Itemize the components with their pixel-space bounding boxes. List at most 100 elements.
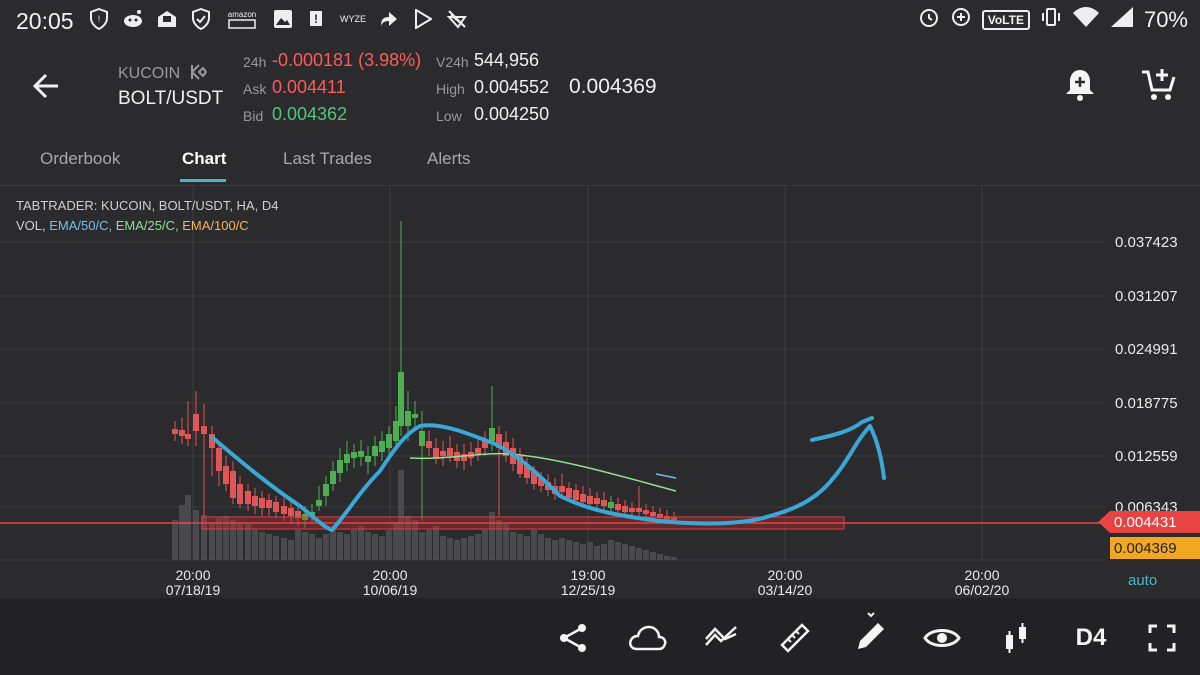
- date-tick-label: 12/25/19: [561, 582, 616, 598]
- volume-bar: [185, 495, 191, 560]
- wyze-icon: WYZE: [340, 14, 366, 24]
- volume-bar: [615, 542, 621, 560]
- candle-body: [259, 498, 265, 508]
- candle-body: [337, 460, 343, 473]
- candle-body: [433, 448, 439, 458]
- candle-body: [245, 491, 251, 504]
- add-to-portfolio-button[interactable]: [1140, 66, 1178, 104]
- volume-bar: [330, 530, 336, 560]
- candle-body: [281, 506, 287, 514]
- active-tab-indicator: [180, 179, 226, 182]
- volume-bar: [643, 550, 649, 560]
- high-label: High: [436, 81, 465, 97]
- candle-body: [273, 502, 279, 512]
- signal-icon: [1110, 6, 1134, 34]
- bid-value: 0.004362: [272, 104, 348, 124]
- candle-body: [172, 429, 178, 434]
- chart-source-line: TABTRADER: KUCOIN, BOLT/USDT, HA, D4: [16, 198, 279, 213]
- volume-bar: [281, 538, 287, 560]
- volume-bar: [433, 526, 439, 560]
- tab-chart[interactable]: Chart: [182, 149, 226, 169]
- ask-value: 0.004411: [272, 77, 346, 97]
- time-tick-label: 20:00: [964, 567, 999, 583]
- notify-icon: !: [306, 8, 328, 30]
- candle-body: [358, 451, 364, 457]
- price-tick-label: 0.031207: [1115, 288, 1178, 305]
- candle-body: [566, 488, 572, 498]
- tab-orderbook[interactable]: Orderbook: [40, 149, 120, 169]
- candle-body: [475, 448, 481, 454]
- low-label: Low: [436, 108, 462, 124]
- draw-button[interactable]: [849, 612, 889, 658]
- volume-bar: [538, 534, 544, 560]
- volume-bar: [454, 540, 460, 560]
- svg-text:!: !: [98, 14, 101, 24]
- volume-bars: [172, 470, 677, 560]
- alarm-icon: [918, 6, 940, 34]
- chart-canvas[interactable]: 0.037423 0.031207 0.024991 0.018775 0.012559…: [0, 186, 1200, 598]
- date-tick-label: 06/02/20: [955, 582, 1010, 598]
- volume-bar: [259, 532, 265, 560]
- price-tick-label: 0.024991: [1115, 341, 1178, 358]
- indicators-button[interactable]: [701, 618, 741, 658]
- time-tick-label: 19:00: [570, 567, 605, 583]
- volume-bar: [288, 540, 294, 560]
- chart-type-button[interactable]: [996, 618, 1036, 658]
- candle-body: [344, 454, 350, 463]
- indicator-vol: VOL,: [16, 218, 46, 233]
- battery-percent: 70%: [1143, 7, 1188, 32]
- mail-icon: [156, 8, 178, 30]
- candle-body: [440, 451, 446, 456]
- reddit-icon: [122, 8, 144, 30]
- pencil-icon: [858, 612, 884, 649]
- back-button[interactable]: [28, 68, 64, 104]
- price-chart[interactable]: 0.037423 0.031207 0.024991 0.018775 0.012559…: [0, 186, 1200, 598]
- volume-bar: [475, 534, 481, 560]
- volume-bar: [309, 534, 315, 560]
- volume-bar: [252, 530, 258, 560]
- candle-body: [629, 508, 635, 512]
- tab-last-trades[interactable]: Last Trades: [283, 149, 372, 169]
- volume-bar: [179, 505, 185, 560]
- candle-body: [573, 490, 579, 500]
- visibility-button[interactable]: [922, 618, 962, 658]
- candle-body: [266, 500, 272, 508]
- volume-bar: [664, 556, 670, 560]
- status-time: 20:05: [16, 8, 74, 34]
- tab-alerts[interactable]: Alerts: [427, 149, 470, 169]
- notification-icons: ! amazon ! WYZE: [88, 8, 468, 30]
- volume-bar: [559, 538, 565, 560]
- shield-icon: !: [88, 8, 110, 30]
- measure-button[interactable]: [775, 618, 815, 658]
- candle-body: [622, 506, 628, 512]
- volume-bar: [344, 534, 350, 560]
- cart-plus-icon: [1142, 69, 1176, 100]
- candle-body: [179, 430, 185, 436]
- volume-bar: [295, 530, 301, 560]
- candle-body: [412, 414, 418, 418]
- volume-bar: [622, 544, 628, 560]
- volume-bar: [657, 554, 663, 560]
- candle-body: [594, 498, 600, 504]
- date-tick-label: 03/14/20: [758, 582, 813, 598]
- candle-body: [330, 471, 336, 484]
- candle-body: [223, 466, 229, 484]
- fullscreen-button[interactable]: [1142, 618, 1182, 658]
- candle-body: [426, 441, 432, 448]
- volume-bar: [316, 538, 322, 560]
- interval-button[interactable]: D4: [1068, 618, 1114, 658]
- candle-body: [237, 484, 243, 504]
- add-alert-button[interactable]: [1062, 66, 1098, 104]
- indicators-icon: [705, 626, 737, 646]
- volume-bar: [545, 538, 551, 560]
- share-button[interactable]: [553, 618, 593, 658]
- ema50-line: [655, 473, 677, 479]
- volte-badge: VoLTE: [981, 10, 1030, 30]
- candle-body: [185, 434, 191, 439]
- check-shield-icon: [190, 8, 212, 30]
- chart-grid: [0, 186, 1105, 561]
- candle-body: [489, 428, 495, 441]
- auto-scale-button[interactable]: auto: [1128, 572, 1157, 589]
- cloud-sync-button[interactable]: [627, 618, 667, 658]
- volume-bar: [517, 534, 523, 560]
